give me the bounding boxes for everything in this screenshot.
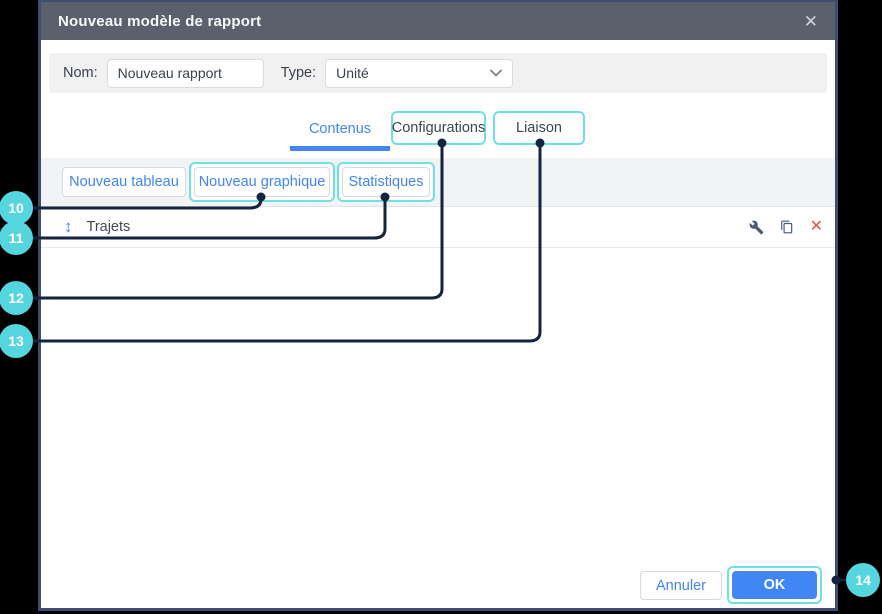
- type-select[interactable]: Unité: [325, 58, 514, 88]
- duplicate-icon[interactable]: [780, 220, 794, 234]
- row-actions: ✕: [749, 219, 823, 235]
- callout-badge-14: 14: [846, 563, 880, 597]
- ok-button[interactable]: OK: [732, 571, 817, 599]
- type-label: Type:: [280, 65, 317, 81]
- chevron-down-icon: [490, 69, 503, 77]
- ok-highlight: OK: [727, 566, 822, 604]
- content-toolbar: Nouveau tableau Nouveau graphique Statis…: [41, 158, 835, 207]
- dialog-titlebar: Nouveau modèle de rapport ✕: [41, 2, 835, 40]
- nouveau-tableau-button[interactable]: Nouveau tableau: [62, 167, 186, 197]
- name-input[interactable]: [106, 58, 264, 88]
- nouveau-graphique-highlight: Nouveau graphique: [189, 162, 335, 202]
- callout-badge-10: 10: [0, 191, 33, 225]
- tab-configurations[interactable]: Configurations: [391, 111, 486, 145]
- new-report-template-dialog: Nouveau modèle de rapport ✕ Nom: Type: U…: [38, 0, 838, 611]
- name-label: Nom:: [63, 65, 98, 81]
- callout-badge-11: 11: [0, 221, 33, 255]
- type-select-value: Unité: [336, 65, 369, 81]
- callout-badge-12: 12: [0, 281, 33, 315]
- content-row-label: Trajets: [86, 219, 131, 235]
- drag-vertical-icon[interactable]: ↕: [64, 217, 73, 237]
- callout-badge-13: 13: [0, 324, 33, 358]
- form-row: Nom: Type: Unité: [49, 53, 827, 93]
- dialog-title: Nouveau modèle de rapport: [58, 12, 262, 30]
- cancel-button[interactable]: Annuler: [640, 571, 722, 600]
- active-tab-underline: [290, 146, 390, 151]
- statistiques-highlight: Statistiques: [337, 162, 435, 202]
- delete-icon[interactable]: ✕: [810, 219, 823, 235]
- tab-liaison[interactable]: Liaison: [493, 111, 585, 145]
- nouveau-graphique-button[interactable]: Nouveau graphique: [194, 167, 330, 197]
- wrench-icon[interactable]: [749, 220, 764, 235]
- tab-contenus[interactable]: Contenus: [290, 114, 390, 144]
- screenshot-root: Nouveau modèle de rapport ✕ Nom: Type: U…: [0, 0, 882, 614]
- close-icon[interactable]: ✕: [804, 13, 818, 30]
- statistiques-button[interactable]: Statistiques: [342, 167, 430, 197]
- content-row-trajets: ↕ Trajets ✕: [41, 207, 835, 248]
